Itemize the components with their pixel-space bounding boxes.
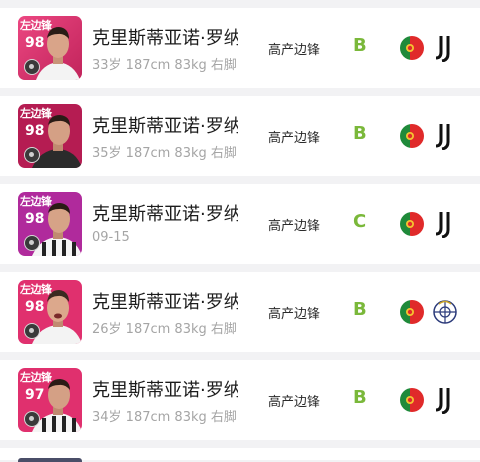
card-type-badge-icon bbox=[24, 323, 40, 339]
player-card: 左边锋 98 bbox=[18, 104, 82, 168]
player-playstyle: 高产边锋 bbox=[268, 395, 321, 410]
portugal-flag-icon bbox=[400, 36, 424, 60]
position-tag: 左边锋 bbox=[20, 107, 52, 120]
player-card-partial bbox=[18, 458, 82, 462]
player-name: 克里斯蒂亚诺·罗纳尔多 bbox=[92, 28, 238, 49]
portugal-flag-icon bbox=[400, 212, 424, 236]
portugal-flag-icon bbox=[400, 300, 424, 324]
player-list: 左边锋 98 克里斯蒂亚诺·罗纳尔多 33岁 187cm 83kg 右脚 高产边… bbox=[0, 0, 480, 462]
player-grade: C bbox=[353, 211, 367, 232]
player-rating: 98 bbox=[25, 299, 45, 315]
player-grade: B bbox=[353, 123, 367, 144]
player-playstyle: 高产边锋 bbox=[268, 131, 321, 146]
juventus-icon bbox=[435, 124, 450, 150]
player-row[interactable]: 左边锋 98 克里斯蒂亚诺·罗纳尔多 33岁 187cm 83kg 右脚 高产边… bbox=[0, 8, 480, 88]
juventus-icon bbox=[435, 36, 450, 62]
player-card: 左边锋 98 bbox=[18, 16, 82, 80]
player-meta: 35岁 187cm 83kg 右脚 bbox=[92, 146, 237, 161]
player-grade: B bbox=[353, 299, 367, 320]
player-playstyle: 高产边锋 bbox=[268, 219, 321, 234]
player-name: 克里斯蒂亚诺·罗纳尔多 bbox=[92, 116, 238, 137]
card-type-badge-icon bbox=[24, 411, 40, 427]
player-rating: 98 bbox=[25, 211, 45, 227]
player-name: 克里斯蒂亚诺·罗纳尔多 bbox=[92, 380, 238, 401]
card-type-badge-icon bbox=[24, 59, 40, 75]
player-card: 左边锋 98 bbox=[18, 192, 82, 256]
player-rating: 98 bbox=[25, 35, 45, 51]
player-row[interactable]: 左边锋 98 克里斯蒂亚诺·罗纳尔多 26岁 187cm 83kg 右脚 高产边… bbox=[0, 272, 480, 352]
portugal-flag-icon bbox=[400, 124, 424, 148]
player-rating: 98 bbox=[25, 123, 45, 139]
position-tag: 左边锋 bbox=[20, 283, 52, 296]
player-name: 克里斯蒂亚诺·罗纳尔多 bbox=[92, 292, 238, 313]
juventus-icon bbox=[435, 212, 450, 238]
player-row[interactable]: 左边锋 97 克里斯蒂亚诺·罗纳尔多 34岁 187cm 83kg 右脚 高产边… bbox=[0, 360, 480, 440]
player-grade: B bbox=[353, 35, 367, 56]
player-card: 左边锋 98 bbox=[18, 280, 82, 344]
position-tag: 左边锋 bbox=[20, 371, 52, 384]
player-rating: 97 bbox=[25, 387, 45, 403]
player-grade: B bbox=[353, 387, 367, 408]
juventus-icon bbox=[435, 388, 450, 414]
player-playstyle: 高产边锋 bbox=[268, 307, 321, 322]
position-tag: 左边锋 bbox=[20, 195, 52, 208]
player-meta: 33岁 187cm 83kg 右脚 bbox=[92, 58, 237, 73]
player-card: 左边锋 97 bbox=[18, 368, 82, 432]
player-name: 克里斯蒂亚诺·罗纳尔多 bbox=[92, 204, 238, 225]
player-meta: 34岁 187cm 83kg 右脚 bbox=[92, 410, 237, 425]
player-row[interactable]: 左边锋 98 克里斯蒂亚诺·罗纳尔多 09-15 高产边锋 C bbox=[0, 184, 480, 264]
player-playstyle: 高产边锋 bbox=[268, 43, 321, 58]
card-type-badge-icon bbox=[24, 147, 40, 163]
player-row[interactable]: 左边锋 98 克里斯蒂亚诺·罗纳尔多 35岁 187cm 83kg 右脚 高产边… bbox=[0, 96, 480, 176]
real-madrid-icon bbox=[433, 300, 457, 324]
player-meta: 26岁 187cm 83kg 右脚 bbox=[92, 322, 237, 337]
portugal-flag-icon bbox=[400, 388, 424, 412]
player-meta: 09-15 bbox=[92, 230, 130, 245]
position-tag: 左边锋 bbox=[20, 19, 52, 32]
card-type-badge-icon bbox=[24, 235, 40, 251]
